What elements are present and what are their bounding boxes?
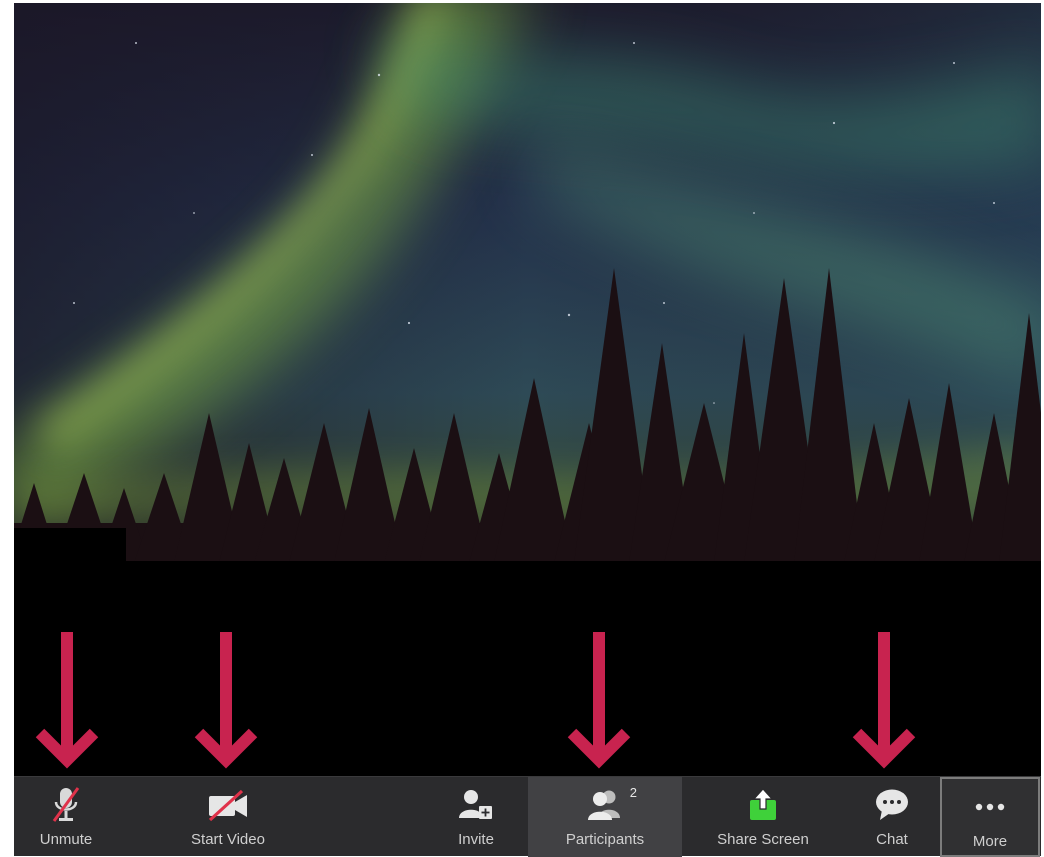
meeting-window bbox=[14, 3, 1041, 856]
chat-button[interactable]: Chat bbox=[844, 777, 940, 857]
chat-label: Chat bbox=[876, 831, 908, 848]
screenshot-stage: Unmute Start Video Invite 2 Participants… bbox=[0, 0, 1044, 857]
chat-bubble-icon bbox=[874, 783, 910, 827]
start-video-label: Start Video bbox=[191, 831, 265, 848]
video-feed bbox=[14, 3, 1041, 561]
share-screen-icon bbox=[748, 783, 778, 827]
participants-label: Participants bbox=[565, 831, 645, 848]
unmute-label: Unmute bbox=[39, 831, 93, 848]
microphone-muted-icon bbox=[51, 783, 81, 827]
name-tag-redacted bbox=[14, 528, 126, 561]
share-screen-button[interactable]: Share Screen bbox=[698, 777, 828, 857]
participants-count-badge: 2 bbox=[629, 785, 637, 800]
video-off-icon bbox=[206, 783, 250, 827]
invite-label: Invite bbox=[458, 831, 494, 848]
invite-button[interactable]: Invite bbox=[439, 777, 513, 857]
more-dots-icon bbox=[972, 785, 1008, 829]
aurora-background-image bbox=[14, 3, 1041, 561]
share-screen-label: Share Screen bbox=[717, 831, 809, 848]
participants-icon: 2 bbox=[585, 783, 637, 827]
unmute-button[interactable]: Unmute bbox=[14, 777, 118, 857]
start-video-button[interactable]: Start Video bbox=[176, 777, 280, 857]
more-label: More bbox=[972, 833, 1008, 850]
more-button[interactable]: More bbox=[940, 777, 1040, 857]
invite-user-icon bbox=[458, 783, 494, 827]
participants-button[interactable]: 2 Participants bbox=[528, 777, 682, 857]
meeting-toolbar: Unmute Start Video Invite 2 Participants… bbox=[14, 776, 1041, 857]
